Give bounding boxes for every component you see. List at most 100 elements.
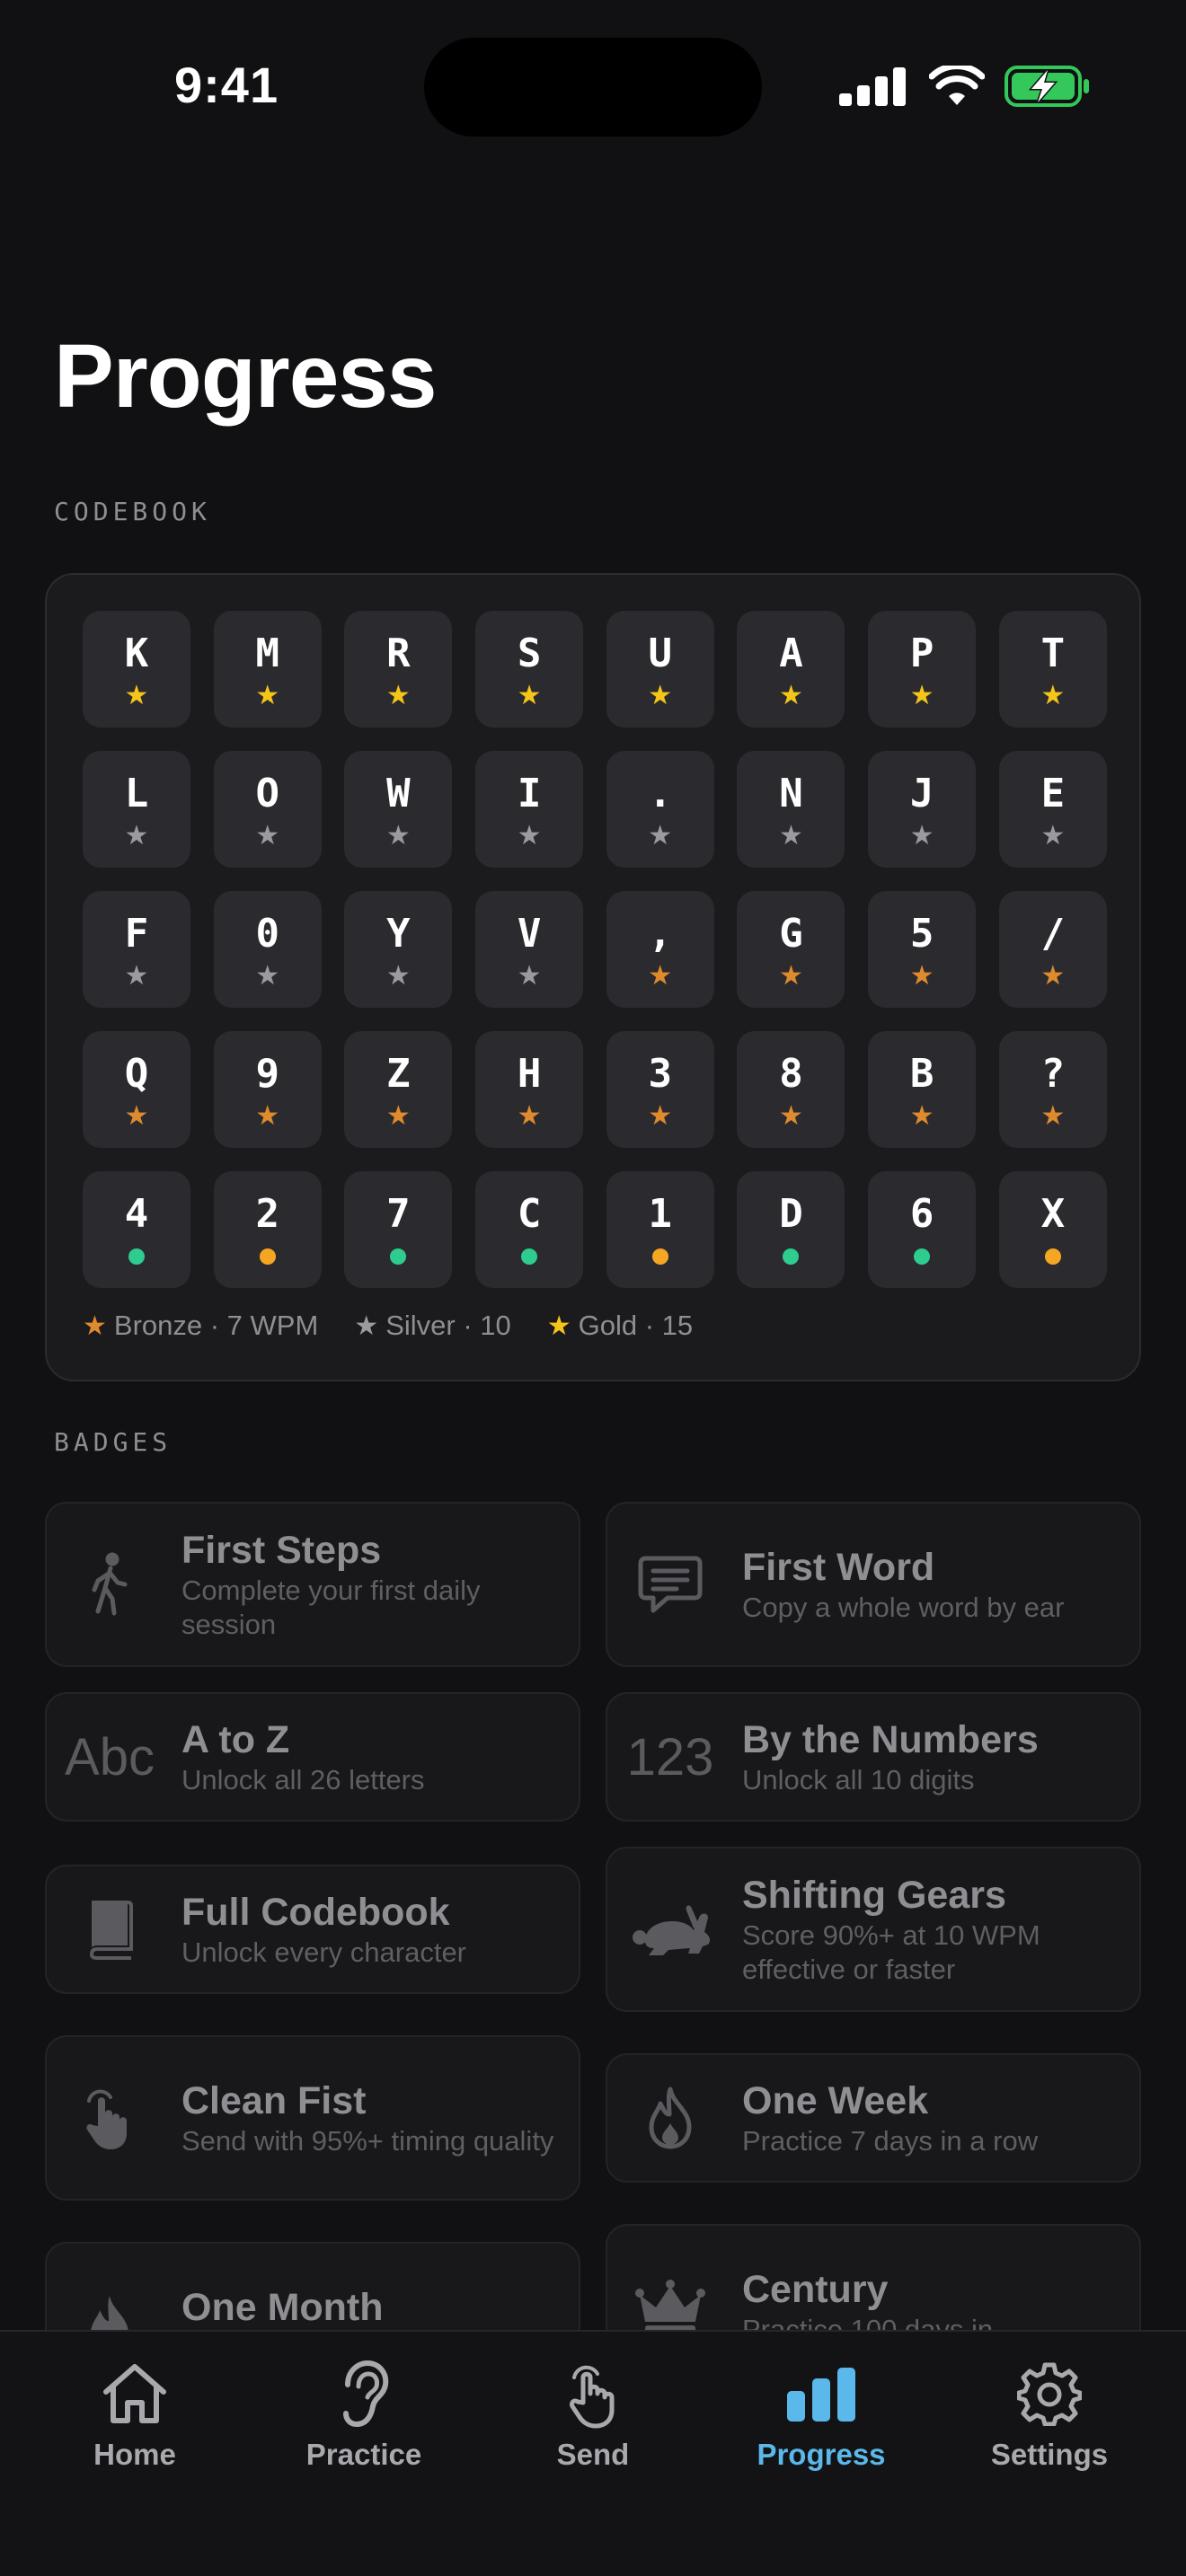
- tab-practice[interactable]: Practice: [256, 2353, 472, 2472]
- badge-card[interactable]: Clean Fist Send with 95%+ timing quality: [45, 2035, 580, 2201]
- star-gold-icon: ★: [909, 681, 934, 710]
- key-character: F: [124, 911, 149, 957]
- key-character: 3: [648, 1051, 673, 1097]
- codebook-key[interactable]: I ★: [475, 751, 584, 868]
- codebook-key[interactable]: 8 ★: [737, 1031, 845, 1148]
- star-bronze-icon: ★: [909, 961, 934, 991]
- key-character: R: [386, 631, 411, 676]
- tab-progress-label: Progress: [757, 2438, 886, 2471]
- codebook-key[interactable]: U ★: [606, 611, 714, 728]
- progress-dot-icon: [344, 1243, 452, 1270]
- star-silver-icon: ★: [385, 821, 411, 851]
- badge-title: Century: [742, 2268, 889, 2311]
- page-title: Progress: [54, 326, 438, 427]
- codebook-key[interactable]: 6: [868, 1171, 977, 1288]
- tab-home[interactable]: Home: [27, 2353, 243, 2472]
- key-character: V: [517, 911, 542, 957]
- codebook-key[interactable]: A ★: [737, 611, 845, 728]
- codebook-key[interactable]: C: [475, 1171, 584, 1288]
- codebook-key[interactable]: 7: [344, 1171, 453, 1288]
- codebook-key[interactable]: V ★: [475, 891, 584, 1008]
- codebook-key[interactable]: 2: [213, 1171, 322, 1288]
- ear-icon: [343, 2360, 389, 2428]
- codebook-key[interactable]: F ★: [83, 891, 190, 1008]
- book-icon: [63, 1889, 156, 1970]
- tab-progress[interactable]: Progress: [713, 2353, 929, 2472]
- codebook-key[interactable]: 1: [606, 1171, 714, 1288]
- codebook-key[interactable]: J ★: [868, 751, 977, 868]
- codebook-key[interactable]: R ★: [344, 611, 453, 728]
- key-character: Q: [124, 1051, 149, 1097]
- key-character: O: [255, 771, 279, 816]
- codebook-key[interactable]: P ★: [868, 611, 977, 728]
- flame-icon: [624, 2078, 717, 2158]
- codebook-key[interactable]: L ★: [83, 751, 190, 868]
- legend-label: Gold · 15: [578, 1310, 694, 1341]
- codebook-key[interactable]: N ★: [737, 751, 845, 868]
- badge-card[interactable]: Full Codebook Unlock every character: [45, 1865, 580, 1994]
- codebook-key[interactable]: X: [998, 1171, 1107, 1288]
- badge-description: Copy a whole word by ear: [742, 1592, 1065, 1623]
- codebook-key[interactable]: 0 ★: [213, 891, 322, 1008]
- codebook-key[interactable]: E ★: [998, 751, 1107, 868]
- star-silver-icon: ★: [1040, 821, 1066, 851]
- star-gold-icon: ★: [385, 681, 411, 710]
- codebook-key[interactable]: Q ★: [83, 1031, 190, 1148]
- badge-title: One Month: [181, 2286, 384, 2329]
- star-bronze-icon: ★: [1040, 961, 1066, 991]
- codebook-key[interactable]: K ★: [83, 611, 190, 728]
- codebook-key[interactable]: Z ★: [344, 1031, 453, 1148]
- badge-description: Send with 95%+ timing quality: [181, 2125, 554, 2157]
- key-character: E: [1040, 771, 1066, 816]
- badge-title: Shifting Gears: [742, 1874, 1006, 1917]
- key-character: N: [779, 771, 803, 816]
- key-character: 8: [779, 1051, 803, 1097]
- codebook-key[interactable]: / ★: [998, 891, 1107, 1008]
- codebook-key[interactable]: ? ★: [998, 1031, 1107, 1148]
- codebook-key[interactable]: 5 ★: [868, 891, 977, 1008]
- key-character: S: [517, 631, 542, 676]
- legend-item-silver: ★ Silver · 10: [354, 1310, 510, 1342]
- badge-description: Score 90%+ at 10 WPM effective or faster: [742, 1919, 1040, 1985]
- badge-card[interactable]: Abc A to Z Unlock all 26 letters: [45, 1692, 580, 1822]
- key-character: Y: [386, 911, 411, 957]
- codebook-key[interactable]: O ★: [213, 751, 322, 868]
- codebook-key[interactable]: M ★: [213, 611, 322, 728]
- badge-card[interactable]: First Word Copy a whole word by ear: [606, 1502, 1141, 1667]
- codebook-key[interactable]: W ★: [344, 751, 453, 868]
- message-icon: [624, 1544, 717, 1625]
- codebook-key[interactable]: T ★: [998, 611, 1107, 728]
- key-character: W: [386, 771, 411, 816]
- star-bronze-icon: ★: [83, 1310, 107, 1341]
- codebook-key[interactable]: D: [737, 1171, 845, 1288]
- tab-settings[interactable]: Settings: [942, 2353, 1157, 2472]
- codebook-key[interactable]: 9 ★: [213, 1031, 322, 1148]
- badge-card[interactable]: One Week Practice 7 days in a row: [606, 2053, 1141, 2183]
- star-silver-icon: ★: [385, 961, 411, 991]
- badges-section-label: BADGES: [54, 1427, 173, 1457]
- badge-title: First Steps: [181, 1529, 382, 1572]
- numbers-icon: 123: [626, 1727, 714, 1786]
- codebook-key[interactable]: S ★: [475, 611, 584, 728]
- codebook-key[interactable]: H ★: [475, 1031, 584, 1148]
- codebook-key[interactable]: 3 ★: [606, 1031, 714, 1148]
- badge-card[interactable]: 123 By the Numbers Unlock all 10 digits: [606, 1692, 1141, 1822]
- star-gold-icon: ★: [1040, 681, 1066, 710]
- badge-title: Clean Fist: [181, 2079, 367, 2122]
- badge-description: Practice 7 days in a row: [742, 2125, 1039, 2157]
- key-character: T: [1040, 631, 1066, 676]
- key-character: H: [517, 1051, 542, 1097]
- badge-card[interactable]: Shifting Gears Score 90%+ at 10 WPM effec…: [606, 1847, 1141, 2012]
- tab-send[interactable]: Send: [485, 2353, 701, 2472]
- badge-card[interactable]: First Steps Complete your first daily ses…: [45, 1502, 580, 1667]
- codebook-key[interactable]: G ★: [737, 891, 845, 1008]
- codebook-key[interactable]: , ★: [606, 891, 714, 1008]
- legend-item-bronze: ★ Bronze · 7 WPM: [83, 1310, 318, 1342]
- codebook-key[interactable]: . ★: [606, 751, 714, 868]
- abc-icon: Abc: [65, 1727, 155, 1786]
- tab-bar: Home Practice Send Progress Settings: [0, 2330, 1186, 2576]
- codebook-key[interactable]: 4: [83, 1171, 190, 1288]
- codebook-key[interactable]: Y ★: [344, 891, 453, 1008]
- codebook-key[interactable]: B ★: [868, 1031, 977, 1148]
- bar-chart-icon: [787, 2368, 855, 2422]
